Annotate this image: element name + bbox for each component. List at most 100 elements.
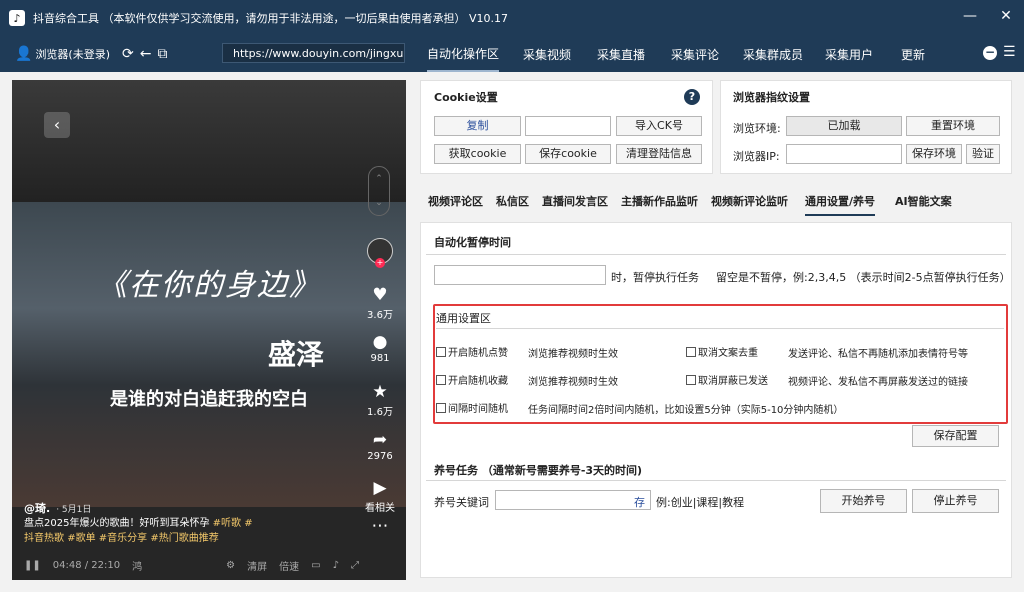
back-arrow-icon[interactable]: ← [140, 46, 152, 62]
favorite-count: 1.6万 [367, 407, 393, 418]
copy-page-icon[interactable]: ⧉ [158, 46, 168, 62]
user-icon: 👤 [15, 46, 33, 62]
tab-video-comments[interactable]: 视频评论区 [428, 193, 483, 209]
pause-icon[interactable]: ❚❚ [24, 560, 41, 571]
heart-icon: ♥ [372, 285, 388, 305]
share-icon: ➦ [372, 430, 388, 450]
url-input[interactable]: https://www.douyin.com/jingxuan [222, 43, 405, 63]
share-action[interactable]: ➦ 2976 [362, 430, 398, 462]
tab-private-message[interactable]: 私信区 [496, 193, 529, 209]
tab-collect-live[interactable]: 采集直播 [597, 36, 645, 72]
collapse-icon[interactable]: − [983, 46, 997, 60]
tab-update[interactable]: 更新 [901, 36, 925, 72]
help-icon[interactable]: ? [684, 89, 700, 105]
speed-button[interactable]: 倍速 [279, 558, 299, 573]
save-cookie-button[interactable]: 保存cookie [525, 144, 611, 164]
browser-ip-input[interactable] [786, 144, 902, 164]
keyword-save-button[interactable]: 存 [634, 494, 645, 510]
lyric-line: 是谁的对白追赶我的空白 [110, 389, 308, 410]
related-action[interactable]: ▶ 看相关 [362, 478, 398, 514]
video-player[interactable]: ‹ 《在你的身边》 盛泽 是谁的对白追赶我的空白 ⌃ ⌄ + ♥ 3.6万 ● 9… [12, 80, 406, 580]
save-config-button[interactable]: 保存配置 [912, 425, 999, 447]
save-env-button[interactable]: 保存环境 [906, 144, 962, 164]
tab-ai-copy[interactable]: AI智能文案 [895, 193, 952, 209]
clear-login-button[interactable]: 清理登陆信息 [616, 144, 702, 164]
tab-collect-users[interactable]: 采集用户 [825, 36, 873, 72]
tab-anchor-monitor[interactable]: 主播新作品监听 [621, 193, 698, 209]
hashtag[interactable]: 抖音热歌 [24, 533, 64, 544]
hashtag[interactable]: #音乐分享 [99, 533, 147, 544]
player-label: 鸿 [132, 561, 143, 573]
pause-title: 自动化暂停时间 [434, 236, 511, 249]
hashtag[interactable]: # [244, 518, 252, 529]
keyword-input[interactable] [495, 490, 651, 510]
video-switch-control[interactable]: ⌃ ⌄ [368, 166, 390, 216]
tab-collect-group[interactable]: 采集群成员 [743, 36, 803, 72]
star-icon: ★ [372, 382, 388, 402]
window-title: 抖音综合工具 （本软件仅供学习交流使用，请勿用于非法用途，一切后果由使用者承担）… [33, 12, 509, 25]
more-icon[interactable]: ⋯ [362, 516, 398, 536]
pause-unit-label: 时，暂停执行任务 [611, 271, 699, 284]
cookie-title: Cookie设置 [434, 91, 498, 104]
stop-nurture-button[interactable]: 停止养号 [912, 489, 999, 513]
title-bar: ♪ 抖音综合工具 （本软件仅供学习交流使用，请勿用于非法用途，一切后果由使用者承… [0, 0, 1024, 36]
play-time: 04:48 / 22:10 [52, 559, 121, 571]
like-count: 3.6万 [367, 310, 393, 321]
env-status: 已加载 [786, 116, 902, 136]
browser-status-label: 浏览器(未登录) [35, 48, 111, 61]
menu-icon[interactable]: ☰ [1003, 44, 1016, 60]
env-label: 浏览环境: [733, 122, 781, 135]
fullscreen-icon[interactable]: ⤢ [351, 560, 359, 571]
video-back-button[interactable]: ‹ [44, 112, 70, 138]
comment-icon: ● [372, 332, 388, 352]
follow-plus-icon[interactable]: + [375, 258, 385, 268]
share-count: 2976 [367, 451, 393, 462]
fingerprint-title: 浏览器指纹设置 [733, 91, 810, 104]
author-name[interactable]: @琦. · 5月1日 [24, 500, 91, 516]
reset-env-button[interactable]: 重置环境 [906, 116, 1000, 136]
get-cookie-button[interactable]: 获取cookie [434, 144, 521, 164]
pause-hint: 留空是不暂停，例:2,3,4,5 （表示时间2-5点暂停执行任务） [716, 271, 1011, 284]
song-title: 《在你的身边》 [97, 268, 321, 303]
keyword-example: 例:创业|课程|教程 [656, 496, 745, 509]
minimize-button[interactable]: — [952, 0, 988, 32]
tab-collect-video[interactable]: 采集视频 [523, 36, 571, 72]
like-action[interactable]: ♥ 3.6万 [362, 285, 398, 321]
hashtag[interactable]: #热门歌曲推荐 [150, 533, 218, 544]
play-circle-icon: ▶ [373, 478, 387, 498]
verify-button[interactable]: 验证 [966, 144, 1000, 164]
hashtag[interactable]: #听歌 [213, 518, 241, 529]
browser-user[interactable]: 👤 浏览器(未登录) ⟳ ← ⧉ [12, 46, 171, 62]
hashtag[interactable]: #歌单 [67, 533, 95, 544]
player-controls: ❚❚ 04:48 / 22:10 鸿 ⚙ 清屏 倍速 ▭ ♪ ⤢ [24, 555, 404, 575]
pip-icon[interactable]: ▭ [311, 560, 320, 571]
related-label: 看相关 [365, 503, 395, 514]
video-frame [12, 202, 406, 507]
singer-name: 盛泽 [268, 338, 325, 371]
cookie-input[interactable] [525, 116, 611, 136]
comment-count: 981 [370, 353, 390, 364]
import-ck-button[interactable]: 导入CK号 [616, 116, 702, 136]
settings-icon[interactable]: ⚙ [226, 560, 235, 571]
post-date: · 5月1日 [56, 505, 92, 515]
ip-label: 浏览器IP: [733, 150, 780, 163]
app-logo-icon: ♪ [9, 10, 25, 26]
start-nurture-button[interactable]: 开始养号 [820, 489, 907, 513]
nurture-title: 养号任务 （通常新号需要养号-3天的时间) [434, 464, 643, 477]
comment-action[interactable]: ● 981 [362, 332, 398, 364]
tab-general-settings[interactable]: 通用设置/养号 [805, 193, 876, 216]
close-button[interactable]: ✕ [988, 0, 1024, 32]
tab-live-chat[interactable]: 直播间发言区 [542, 193, 608, 209]
pause-hours-input[interactable] [434, 265, 606, 285]
tab-comment-monitor[interactable]: 视频新评论监听 [711, 193, 788, 209]
tab-automation[interactable]: 自动化操作区 [427, 36, 500, 72]
tab-collect-comments[interactable]: 采集评论 [671, 36, 719, 72]
keyword-label: 养号关键词 [434, 496, 489, 509]
refresh-icon[interactable]: ⟳ [122, 46, 134, 62]
copy-cookie-button[interactable]: 复制 [434, 116, 521, 136]
highlight-box [433, 304, 1008, 424]
clear-screen-toggle[interactable]: 清屏 [247, 558, 267, 573]
video-description: 盘点2025年爆火的歌曲！好听到耳朵怀孕 #听歌 # 抖音热歌 #歌单 #音乐分… [24, 518, 253, 544]
volume-icon[interactable]: ♪ [333, 560, 339, 571]
favorite-action[interactable]: ★ 1.6万 [362, 382, 398, 418]
